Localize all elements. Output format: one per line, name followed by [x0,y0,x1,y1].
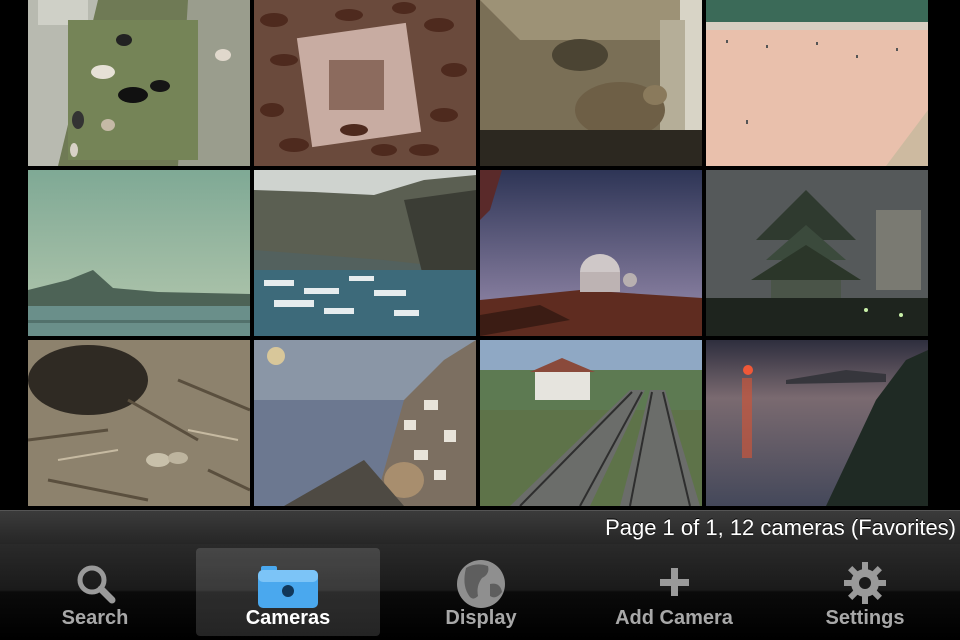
camera-tile-sunset-sea[interactable] [706,340,928,506]
page-status-text: Page 1 of 1, 12 cameras (Favorites) [605,515,956,540]
tab-label: Settings [825,607,905,629]
camera-thumbnail [28,340,250,506]
camera-thumbnail [706,0,928,166]
plus-icon [660,568,689,596]
tab-label: Display [445,607,517,629]
tab-label: Add Camera [615,607,733,629]
camera-thumbnail [28,170,250,336]
tab-bar: Search Cameras Display Add Camera Settin… [0,544,960,640]
status-bar: Page 1 of 1, 12 cameras (Favorites) [0,510,960,544]
tab-add-camera[interactable]: Add Camera [582,548,766,636]
camera-thumbnail [480,340,702,506]
camera-grid [0,0,960,510]
camera-thumbnail [480,170,702,336]
tab-label: Cameras [245,607,331,629]
camera-thumbnail [706,170,928,336]
camera-thumbnail [480,0,702,166]
camera-thumbnail [254,0,476,166]
camera-tile-japanese-castle[interactable] [706,170,928,336]
camera-tile-kestrel-nest[interactable] [480,0,702,166]
camera-tile-coastal-village[interactable] [254,340,476,506]
camera-thumbnail [254,340,476,506]
camera-thumbnail [28,0,250,166]
camera-thumbnail [706,340,928,506]
camera-tile-beach[interactable] [706,0,928,166]
camera-tile-cockroaches[interactable] [254,0,476,166]
search-icon [77,565,116,604]
camera-tile-bird-nest[interactable] [28,340,250,506]
tab-cameras[interactable]: Cameras [196,548,380,636]
tab-search[interactable]: Search [3,548,187,636]
tab-display[interactable]: Display [389,548,573,636]
gear-icon [844,562,886,604]
camera-tile-dog-kennel[interactable] [28,0,250,166]
camera-tile-harbor-cliffs[interactable] [254,170,476,336]
camera-tile-railway-station[interactable] [480,340,702,506]
globe-icon [457,560,505,608]
tab-settings[interactable]: Settings [773,548,957,636]
camera-thumbnail [254,170,476,336]
tab-label: Search [61,607,129,629]
camera-icon [258,566,318,608]
camera-tile-lake-mountain[interactable] [28,170,250,336]
camera-tile-observatory[interactable] [480,170,702,336]
